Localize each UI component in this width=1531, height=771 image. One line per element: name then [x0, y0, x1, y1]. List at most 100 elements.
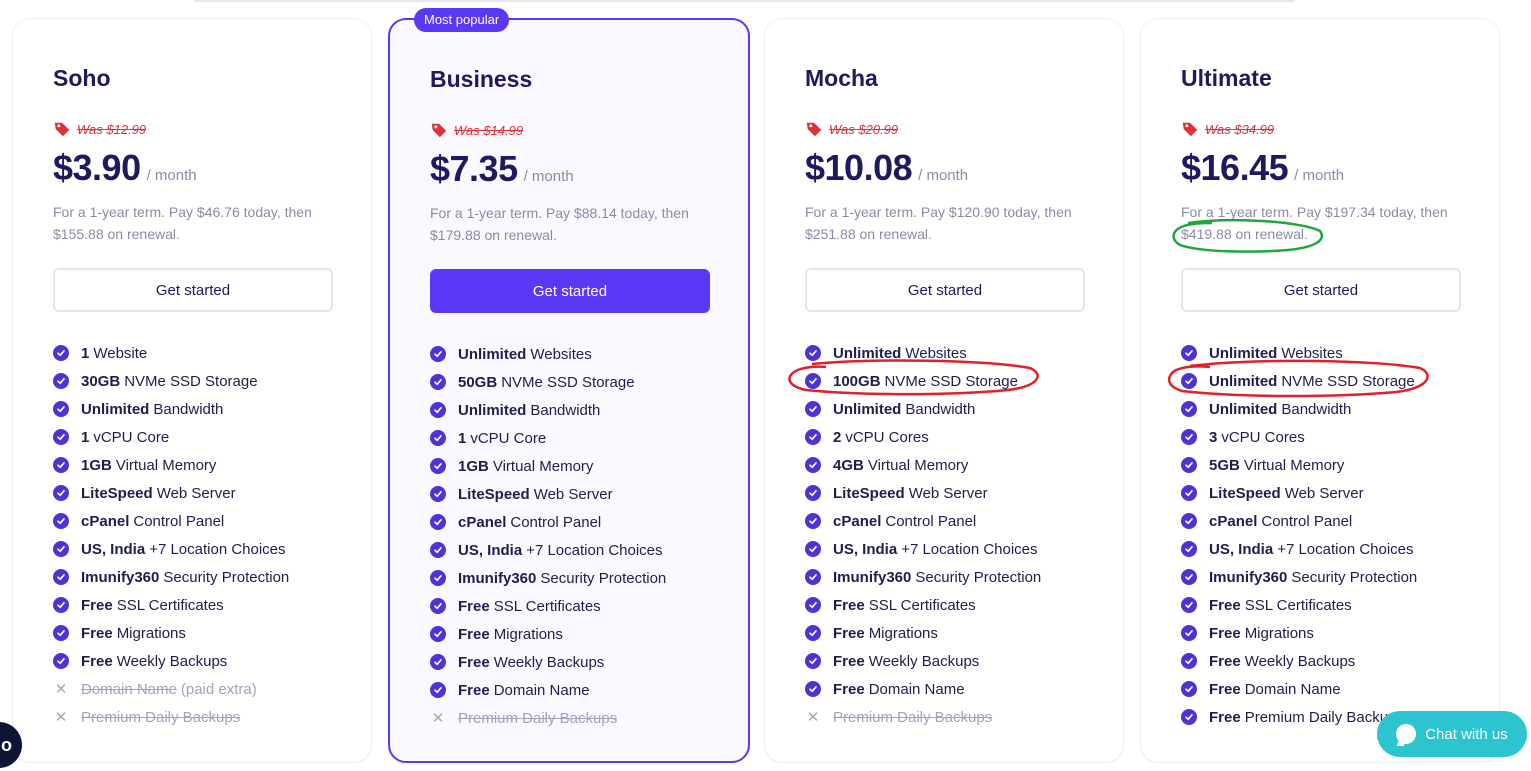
feature-item: ✕ Domain Name (paid extra)	[53, 675, 289, 703]
price-tag-icon	[806, 122, 822, 137]
plan-name: Mocha	[805, 65, 878, 91]
check-circle-icon	[805, 457, 821, 473]
plan-card-soho: Soho Was $12.99 $3.90 / month For a 1-ye…	[12, 18, 372, 763]
feature-label: NVMe SSD Storage	[124, 372, 258, 390]
feature-label: Migrations	[868, 624, 938, 642]
feature-suffix: (paid extra)	[180, 680, 257, 698]
feature-label: Websites	[1281, 344, 1343, 362]
feature-text: LiteSpeed Web Server	[81, 485, 236, 502]
feature-text: cPanel Control Panel	[81, 513, 224, 530]
chat-with-us-button[interactable]: Chat with us	[1377, 711, 1527, 757]
plan-card-ultimate: Ultimate Was $34.99 $16.45 / month For a…	[1140, 18, 1500, 763]
feature-item: Free Domain Name	[430, 676, 666, 704]
feature-text: US, India +7 Location Choices	[1209, 541, 1414, 558]
check-circle-icon	[430, 570, 446, 586]
feature-label: Security Protection	[915, 568, 1042, 586]
feature-label: +7 Location Choices	[1277, 540, 1414, 558]
check-circle-icon	[53, 541, 69, 557]
check-circle-icon	[805, 681, 821, 697]
feature-label: Control Panel	[1261, 512, 1353, 530]
feature-label: vCPU Cores	[845, 428, 929, 446]
feature-item: 50GB NVMe SSD Storage	[430, 368, 666, 396]
term-note: For a 1-year term. Pay $120.90 today, th…	[805, 204, 1072, 242]
feature-item: Free Weekly Backups	[1181, 647, 1417, 675]
feature-highlight: Free	[81, 596, 113, 614]
feature-list: 1 Website 30GB NVMe SSD Storage Unlimited Ban…	[53, 339, 289, 731]
feature-highlight: US, India	[833, 540, 898, 558]
feature-list: Unlimited Websites 50GB NVMe SSD Storage Unl…	[430, 340, 666, 732]
feature-label: Web Server	[908, 484, 988, 502]
get-started-button[interactable]: Get started	[53, 268, 333, 312]
feature-highlight: US, India	[1209, 540, 1274, 558]
feature-text: Imunify360 Security Protection	[458, 570, 666, 587]
feature-label: Weekly Backups	[493, 653, 605, 671]
was-price-row: Was $14.99	[430, 120, 523, 140]
feature-item: US, India +7 Location Choices	[805, 535, 1041, 563]
plan-card-business: Most popular Business Was $14.99 $7.35 /…	[388, 8, 750, 763]
check-circle-icon	[805, 485, 821, 501]
get-started-button[interactable]: Get started	[430, 269, 710, 313]
feature-highlight: cPanel	[833, 512, 882, 530]
was-price: Was $20.99	[829, 121, 899, 137]
feature-text: Free SSL Certificates	[81, 597, 224, 614]
feature-label: Weekly Backups	[1244, 652, 1356, 670]
feature-label: vCPU Cores	[1221, 428, 1305, 446]
check-circle-icon	[53, 457, 69, 473]
feature-item: Free Weekly Backups	[430, 648, 666, 676]
feature-text: 1 Website	[81, 345, 147, 362]
feature-label: Bandwidth	[1281, 400, 1352, 418]
price: $16.45	[1181, 147, 1289, 188]
feature-highlight: Unlimited	[1209, 372, 1278, 390]
feature-highlight: cPanel	[1209, 512, 1258, 530]
feature-highlight: LiteSpeed	[458, 485, 530, 503]
feature-item: LiteSpeed Web Server	[805, 479, 1041, 507]
feature-text: Free Weekly Backups	[1209, 653, 1355, 670]
feature-item: Unlimited Websites	[430, 340, 666, 368]
check-circle-icon	[53, 429, 69, 445]
check-circle-icon	[430, 430, 446, 446]
get-started-button[interactable]: Get started	[1181, 268, 1461, 312]
feature-item: Imunify360 Security Protection	[53, 563, 289, 591]
feature-label: Virtual Memory	[492, 457, 594, 475]
check-circle-icon	[430, 346, 446, 362]
feature-highlight: Free	[458, 681, 490, 699]
check-circle-icon	[53, 569, 69, 585]
per-month: / month	[1294, 167, 1345, 184]
get-started-button[interactable]: Get started	[805, 268, 1085, 312]
check-circle-icon	[805, 373, 821, 389]
feature-label: Bandwidth	[905, 400, 976, 418]
feature-text: Free SSL Certificates	[1209, 597, 1352, 614]
cross-icon: ✕	[431, 710, 445, 727]
feature-highlight: Unlimited	[833, 400, 902, 418]
feature-item: Free Weekly Backups	[805, 647, 1041, 675]
was-price-row: Was $12.99	[53, 119, 146, 139]
check-circle-icon	[805, 653, 821, 669]
feature-label: Web Server	[156, 484, 236, 502]
price-tag-icon	[54, 122, 70, 137]
check-circle-icon	[430, 682, 446, 698]
feature-label: Premium Daily Backups	[458, 709, 618, 727]
check-circle-icon	[430, 654, 446, 670]
feature-item: Unlimited NVMe SSD Storage	[1181, 367, 1417, 395]
feature-item: Free Domain Name	[805, 675, 1041, 703]
feature-item: Unlimited Bandwidth	[430, 396, 666, 424]
feature-highlight: Free	[458, 625, 490, 643]
feature-label: Domain Name	[81, 680, 177, 698]
feature-highlight: Unlimited	[1209, 400, 1278, 418]
was-price: Was $12.99	[77, 121, 147, 137]
check-circle-icon	[53, 401, 69, 417]
feature-item: Free SSL Certificates	[430, 592, 666, 620]
check-circle-icon	[1181, 513, 1197, 529]
feature-text: 3 vCPU Cores	[1209, 429, 1305, 446]
feature-list: Unlimited Websites Unlimited NVMe SSD Stora…	[1181, 339, 1417, 731]
feature-text: US, India +7 Location Choices	[833, 541, 1038, 558]
feature-highlight: Free	[1209, 596, 1241, 614]
feature-highlight: Free	[1209, 652, 1241, 670]
feature-highlight: 1	[458, 429, 467, 447]
feature-highlight: 1GB	[81, 456, 112, 474]
price-row: $7.35 / month	[430, 148, 574, 190]
check-circle-icon	[1181, 429, 1197, 445]
feature-text: LiteSpeed Web Server	[833, 485, 988, 502]
feature-label: Premium Daily Backu	[1244, 708, 1389, 726]
feature-text: Unlimited Bandwidth	[81, 401, 223, 418]
